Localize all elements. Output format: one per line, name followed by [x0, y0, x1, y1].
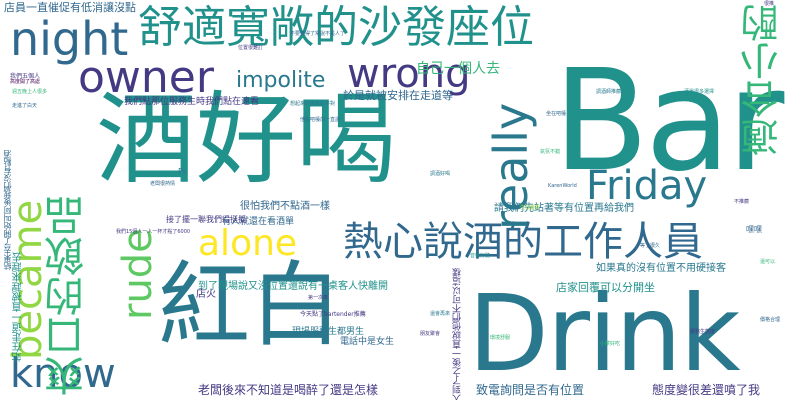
- word-laoban: 老闆後來不知道是喝醉了還是怎樣: [198, 383, 379, 397]
- word-shuangkou: 爽口的飲品: [45, 196, 91, 396]
- word-small: 酒單很多選擇: [684, 89, 715, 95]
- word-small: 生日慶祝: [520, 205, 541, 211]
- word-small: 第一次來: [308, 295, 329, 301]
- word-small: 高度開了高處: [10, 79, 41, 85]
- word-dianjia-huifu: 店家回覆可以分開坐: [556, 281, 655, 294]
- word-small: 不要覺得了常說不是人了: [290, 31, 346, 37]
- word-small: 很推: [764, 1, 775, 7]
- word-hong-bai: 紅白: [158, 252, 343, 359]
- word-small: 環境舒服: [490, 335, 511, 341]
- word-karenworld: KarenWorld: [548, 183, 577, 189]
- word-small: 調酒師推薦: [596, 89, 622, 95]
- word-yushi-anpai: 於是就被安排在走道等: [343, 89, 453, 102]
- word-jieleyitang: 接了擺一聯我們得挺擬: [166, 215, 246, 224]
- word-small: 小菜好吃: [600, 341, 621, 347]
- word-alone: alone: [198, 223, 298, 264]
- word-small: 服務生態度: [690, 329, 716, 335]
- word-qingwo: 請我們先站著等有位置再給我們: [494, 203, 634, 214]
- word-sofa-seat: 舒適寬敞的沙發座位: [138, 2, 534, 53]
- word-wo-ren15: 我們15個人一人一杯才點了6000: [116, 229, 191, 235]
- word-small: 朋友聚會: [420, 331, 441, 337]
- word-small: 位置很難訂: [238, 45, 264, 51]
- word-shihe-xiaozhuo: 適合小酌: [741, 4, 785, 156]
- word-renle-2: 人到了之後一直說他們不可以這樣: [453, 268, 463, 400]
- word-small: 走進了白天: [12, 103, 38, 109]
- word-call-position: 致電詢問是否有位置: [476, 383, 585, 397]
- word-small: 他在吧檯前一直說: [300, 117, 341, 123]
- word-small: 還可以: [760, 259, 776, 265]
- word-neg-vertical-left: 結果去了開始叫阿後我們沒有點酒: [3, 150, 12, 270]
- word-small: 週五晚上人很多: [12, 89, 48, 95]
- word-small: 音樂好聽: [470, 253, 491, 259]
- word-store-notice: 店員一直催促有低消讓沒點: [4, 1, 136, 14]
- word-ziji-yigeren: 自己一個人去: [416, 61, 500, 77]
- word-xianchang-fuwu: 現場服務生都男生: [292, 327, 365, 337]
- word-small: 我們點那位服務生時我們點在遠看: [124, 97, 260, 107]
- word-impolite: impolite: [236, 68, 326, 93]
- word-friday: Friday: [586, 163, 708, 209]
- word-small: 等了很久: [640, 243, 661, 249]
- word-small: 老闆很熱情: [150, 181, 176, 187]
- word-small: 想起來好像有點不對: [290, 101, 336, 107]
- word-dianhuo: 店火: [196, 289, 216, 300]
- word-small: 不推薦: [734, 199, 750, 205]
- word-small: 氣氛不錯: [540, 149, 561, 155]
- word-small: 調酒好喝: [430, 171, 451, 177]
- word-taidu: 態度變很差還噴了我: [652, 383, 761, 397]
- word-small: 價格合理: [760, 317, 781, 323]
- word-owner: owner: [78, 52, 214, 103]
- word-zhan-zoudao: 站在走道一直被趕來趕去: [13, 252, 24, 362]
- word-rude: rude: [115, 228, 161, 320]
- word-dianhua-zhong: 電話中是女生: [340, 337, 395, 347]
- word-jintian-bartender: 今天點了bartender推薦: [300, 311, 366, 318]
- word-small: 坐在吧檯: [546, 111, 567, 117]
- word-heihei: 嘿嘿: [746, 225, 762, 234]
- word-cloud: Bar Drink 酒好喝 紅白 舒適寬敞的沙發座位 熱心說酒的工作人員 nig…: [0, 0, 800, 400]
- word-henpa: 很怕我們不點酒一樣: [240, 201, 330, 212]
- word-small: 還會再來: [430, 311, 451, 317]
- word-ruguo-zhende: 如果真的沒有位置不用硬接客: [596, 263, 726, 274]
- word-daole-xianchang: 到了現場說又沒位置還說有一桌客人快離開: [198, 281, 388, 292]
- word-ps: Ps: [178, 167, 187, 176]
